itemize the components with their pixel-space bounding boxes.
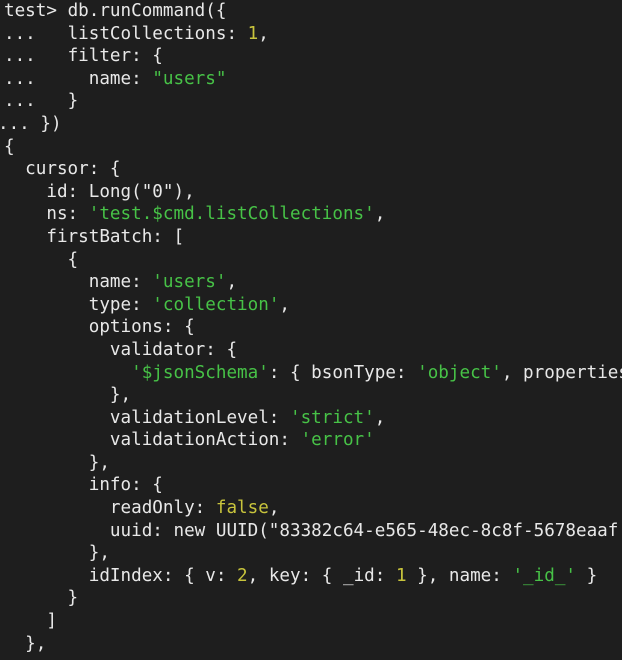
string-literal: 'collection' xyxy=(152,294,280,315)
output-line: uuid: new UUID("83382c64-e565-48ec-8c8f-… xyxy=(4,520,622,543)
code-text: , xyxy=(226,272,238,293)
input-line: ... filter: { xyxy=(4,45,622,68)
string-literal: 'strict' xyxy=(290,407,375,428)
output-line: type: 'collection', xyxy=(4,294,622,317)
code-text: id: Long("0"), xyxy=(4,181,195,202)
code-text: , properties xyxy=(501,362,622,383)
code-text: uuid: new UUID("83382c64-e565-48ec-8c8f-… xyxy=(4,520,619,541)
string-literal: '$jsonSchema' xyxy=(131,362,269,383)
input-line: ... }) xyxy=(0,113,622,136)
string-literal: 'object' xyxy=(417,362,502,383)
code-text: ns: xyxy=(4,204,89,225)
output-line: '$jsonSchema': { bsonType: 'object', pro… xyxy=(4,362,622,385)
code-text: listCollections: xyxy=(67,23,248,44)
code-text: }, xyxy=(4,385,132,406)
output-line: }, xyxy=(4,542,622,565)
number-literal: false xyxy=(215,498,269,519)
code-text: validationAction: xyxy=(4,430,301,451)
output-line: idIndex: { v: 2, key: { _id: 1 }, name: … xyxy=(4,565,622,588)
code-text: }, xyxy=(4,633,47,654)
input-line: ... listCollections: 1, xyxy=(4,23,622,46)
code-text: , xyxy=(268,498,280,519)
code-text: } xyxy=(4,588,79,609)
prompt-text: ... xyxy=(4,68,89,89)
code-text: }, xyxy=(4,543,110,564)
code-text: }, xyxy=(4,452,110,473)
code-text: } xyxy=(576,565,598,586)
output-line: readOnly: false, xyxy=(4,497,622,520)
number-literal: 1 xyxy=(395,565,407,586)
code-text: ] xyxy=(4,611,57,632)
prompt-text: test> xyxy=(4,1,68,21)
prompt-text: ... xyxy=(4,91,68,112)
output-line: ] xyxy=(4,610,622,633)
output-line: info: { xyxy=(4,474,622,497)
code-text: validator: { xyxy=(4,339,238,360)
output-line: validationLevel: 'strict', xyxy=(4,407,622,430)
output-line: name: 'users', xyxy=(4,271,622,294)
code-text: , xyxy=(279,294,290,315)
string-literal: 'users' xyxy=(152,272,227,293)
code-text: options: { xyxy=(4,317,195,338)
prompt-text: ... xyxy=(4,23,68,44)
code-text: { xyxy=(4,249,79,270)
code-text: { xyxy=(4,136,15,157)
code-text: : { bsonType: xyxy=(268,362,418,383)
string-literal: '_id_' xyxy=(512,565,577,586)
output-line: }, xyxy=(4,452,622,475)
code-text: , xyxy=(374,407,386,428)
output-line: firstBatch: [ xyxy=(4,226,622,249)
terminal-output[interactable]: test> db.runCommand({... listCollections… xyxy=(0,0,622,656)
code-text: }) xyxy=(40,113,62,134)
code-text: name: xyxy=(88,68,153,89)
input-line: ... } xyxy=(4,90,622,113)
string-literal: 'error' xyxy=(300,430,375,451)
prompt-text: ... xyxy=(4,46,68,67)
output-line: validationAction: 'error' xyxy=(4,429,622,452)
output-line: { xyxy=(4,249,622,272)
input-line: test> db.runCommand({ xyxy=(4,0,622,23)
code-text: name: xyxy=(4,272,153,293)
code-text: , xyxy=(258,23,269,44)
output-line: }, xyxy=(4,384,622,407)
code-text: idIndex: { v: xyxy=(4,565,238,586)
output-line: ns: 'test.$cmd.listCollections', xyxy=(4,203,622,226)
output-line: id: Long("0"), xyxy=(4,181,622,204)
code-text: type: xyxy=(4,294,153,315)
input-line: ... name: "users" xyxy=(4,68,622,91)
code-text: filter: { xyxy=(67,46,163,67)
code-text: } xyxy=(67,91,79,112)
code-text: readOnly: xyxy=(4,498,216,519)
code-text: , key: { _id: xyxy=(247,565,396,586)
output-line: { xyxy=(4,136,622,159)
output-line: validator: { xyxy=(4,339,622,362)
string-literal: 'test.$cmd.listCollections' xyxy=(88,204,375,225)
output-line: }, xyxy=(4,633,622,656)
output-line: options: { xyxy=(4,316,622,339)
output-line: } xyxy=(4,587,622,610)
code-text: validationLevel: xyxy=(4,407,290,428)
number-literal: 1 xyxy=(247,23,259,44)
string-literal: "users" xyxy=(152,68,227,89)
code-text: }, name: xyxy=(406,565,513,586)
code-text: , xyxy=(374,204,386,225)
prompt-text: ... xyxy=(0,113,41,134)
output-line: cursor: { xyxy=(4,158,622,181)
code-text: info: { xyxy=(4,475,163,496)
code-text: db.runCommand({ xyxy=(67,1,227,21)
code-text: cursor: { xyxy=(4,159,121,180)
number-literal: 2 xyxy=(237,565,248,586)
code-text: firstBatch: [ xyxy=(4,226,185,247)
